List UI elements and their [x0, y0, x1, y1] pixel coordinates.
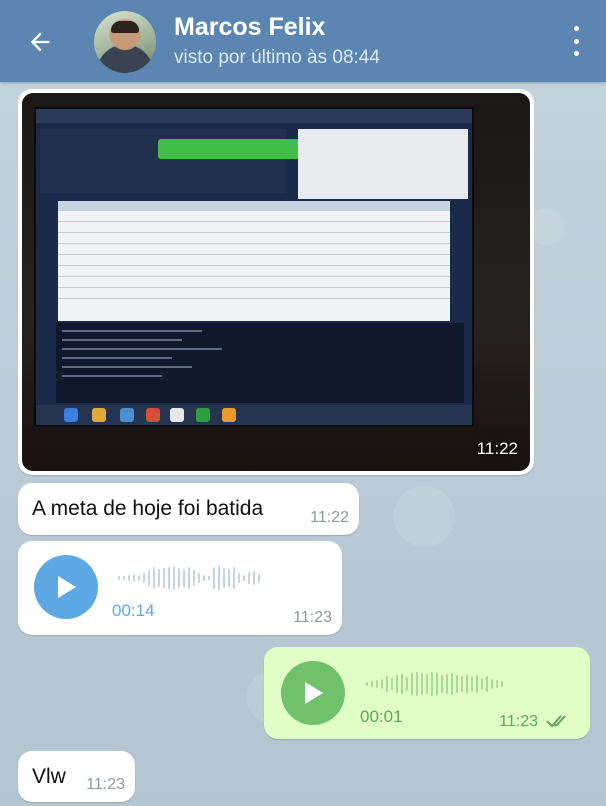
chat-title[interactable]: Marcos Felix visto por último às 08:44 — [174, 12, 380, 71]
waveform-bar — [178, 568, 180, 588]
waveform-bar — [198, 573, 200, 583]
waveform-bar — [223, 568, 225, 588]
waveform-bar — [228, 569, 230, 587]
waveform-bar — [466, 674, 468, 694]
waveform-bar — [456, 675, 458, 693]
waveform-bar — [386, 676, 388, 692]
voice-duration: 00:01 — [360, 707, 403, 726]
waveform-bar — [203, 575, 205, 581]
photo-message[interactable]: 11:22 — [18, 89, 534, 475]
waveform-bar — [371, 681, 373, 687]
waveform-bar — [213, 567, 215, 589]
waveform-bar — [471, 677, 473, 691]
waveform-bar — [401, 674, 403, 694]
voice-waveform[interactable] — [366, 669, 503, 699]
double-check-icon — [546, 715, 566, 728]
waveform-bar — [138, 575, 140, 581]
last-seen-status: visto por último às 08:44 — [174, 47, 380, 68]
waveform-bar — [396, 675, 398, 693]
waveform-bar — [416, 672, 418, 696]
waveform-bar — [208, 576, 210, 580]
waveform-bar — [148, 570, 150, 586]
waveform-bar — [168, 567, 170, 589]
waveform-bar — [128, 575, 130, 581]
waveform-bar — [376, 680, 378, 688]
contact-name: Marcos Felix — [174, 13, 326, 41]
waveform-bar — [238, 573, 240, 583]
back-button[interactable] — [24, 26, 56, 58]
waveform-bar — [381, 679, 383, 689]
waveform-bar — [431, 672, 433, 696]
waveform-bar — [391, 678, 393, 690]
message-time: 11:23 — [499, 713, 538, 730]
play-icon — [58, 576, 76, 598]
message-time: 11:22 — [310, 509, 349, 526]
waveform-bar — [481, 678, 483, 690]
waveform-bar — [491, 679, 493, 689]
waveform-bar — [123, 576, 125, 580]
arrow-left-icon — [30, 32, 50, 52]
photo-screen-content — [34, 107, 474, 427]
waveform-bar — [218, 566, 220, 590]
waveform-bar — [173, 566, 175, 590]
waveform-bar — [233, 567, 235, 589]
waveform-bar — [133, 574, 135, 582]
message-text: A meta de hoje foi batida — [32, 497, 264, 520]
waveform-bar — [451, 673, 453, 695]
avatar[interactable] — [94, 11, 156, 73]
waveform-bar — [436, 673, 438, 695]
waveform-bar — [163, 568, 165, 588]
waveform-bar — [143, 573, 145, 583]
waveform-bar — [188, 567, 190, 589]
message-time: 11:23 — [293, 609, 332, 626]
waveform-bar — [446, 674, 448, 694]
more-vertical-icon — [573, 26, 579, 31]
waveform-bar — [426, 674, 428, 694]
waveform-bar — [366, 682, 368, 686]
waveform-bar — [476, 675, 478, 693]
voice-message[interactable]: 00:14 11:23 — [18, 541, 342, 635]
waveform-bar — [158, 569, 160, 587]
message-photo[interactable]: 11:22 — [22, 93, 530, 471]
waveform-bar — [421, 673, 423, 695]
message-time: 11:22 — [476, 439, 518, 458]
waveform-bar — [486, 676, 488, 692]
waveform-bar — [496, 680, 498, 688]
text-message[interactable]: Vlw 11:23 — [18, 751, 135, 802]
waveform-bar — [243, 575, 245, 581]
chat-header: Marcos Felix visto por último às 08:44 — [0, 0, 606, 82]
voice-duration: 00:14 — [112, 601, 155, 620]
waveform-bar — [461, 676, 463, 692]
waveform-bar — [406, 677, 408, 691]
more-options-button[interactable] — [568, 26, 584, 56]
play-icon — [305, 682, 323, 704]
voice-waveform[interactable] — [118, 563, 260, 593]
waveform-bar — [441, 675, 443, 693]
waveform-bar — [258, 574, 260, 582]
waveform-bar — [183, 569, 185, 587]
play-button[interactable] — [34, 555, 98, 619]
text-message[interactable]: A meta de hoje foi batida 11:22 — [18, 483, 359, 535]
waveform-bar — [248, 572, 250, 584]
voice-message[interactable]: 00:01 11:23 — [264, 647, 590, 739]
waveform-bar — [118, 576, 120, 580]
waveform-bar — [153, 567, 155, 589]
waveform-bar — [411, 673, 413, 695]
message-text: Vlw — [32, 765, 66, 788]
waveform-bar — [253, 571, 255, 585]
message-time: 11:23 — [86, 776, 125, 793]
waveform-bar — [501, 681, 503, 687]
waveform-bar — [193, 570, 195, 586]
play-button[interactable] — [281, 661, 345, 725]
